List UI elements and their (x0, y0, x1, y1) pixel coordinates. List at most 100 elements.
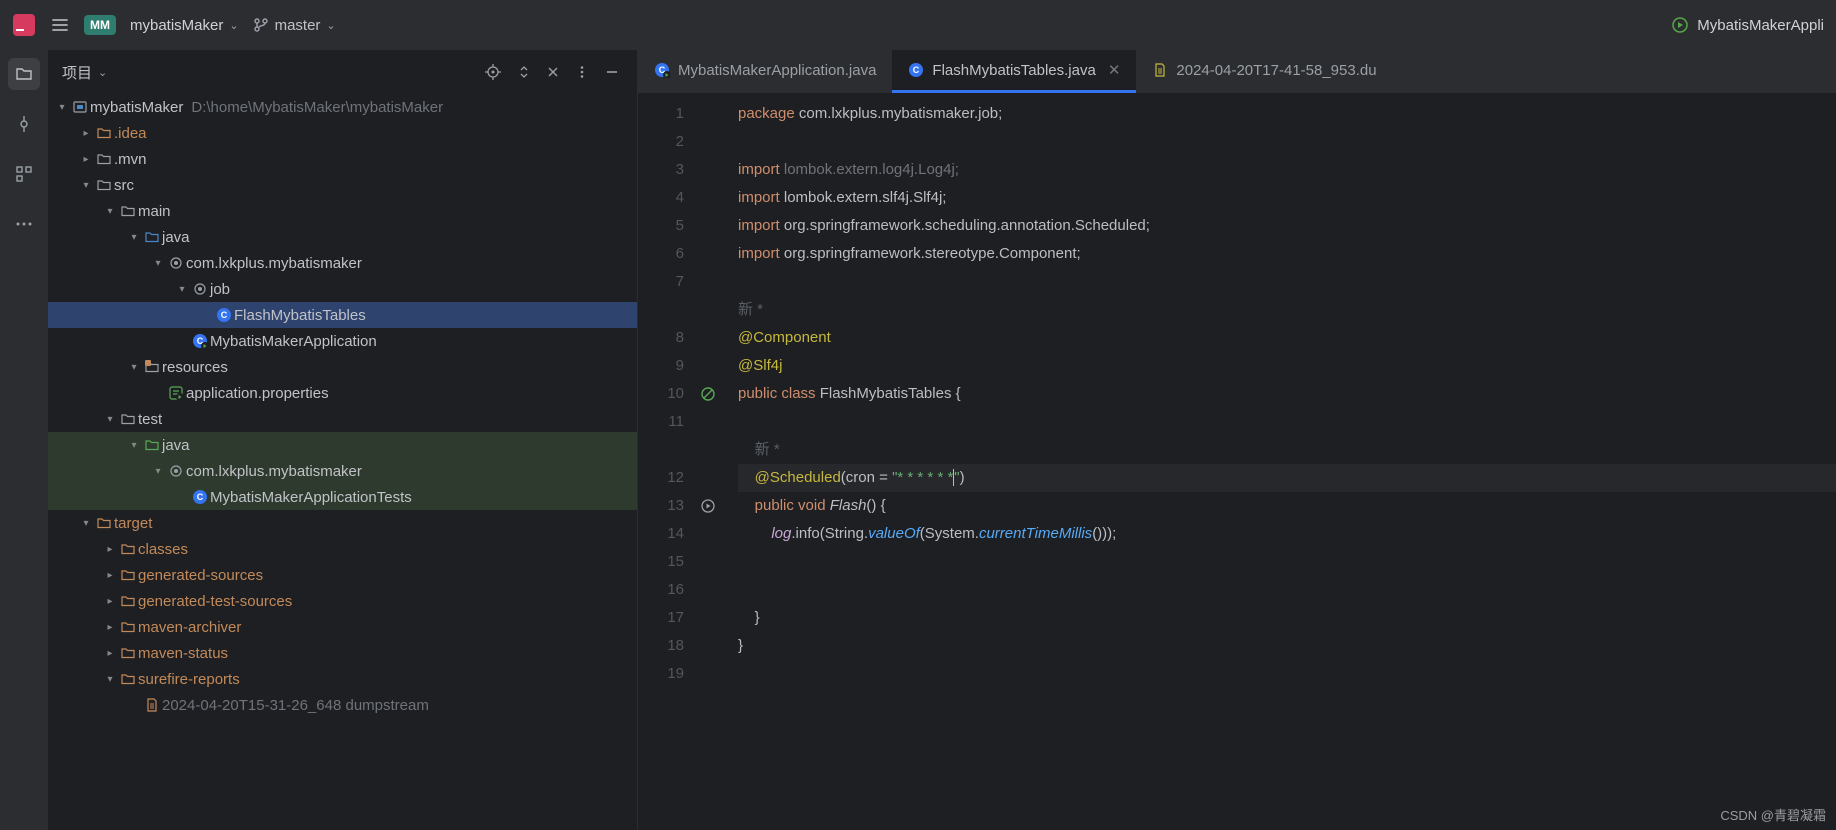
commit-tool-button[interactable] (8, 108, 40, 140)
tree-row[interactable]: ▾main (48, 198, 637, 224)
module-icon (70, 99, 90, 115)
tree-row[interactable]: CMybatisMakerApplication (48, 328, 637, 354)
class-run-icon: C (654, 62, 670, 78)
tree-item-label: resources (162, 359, 228, 376)
tree-row[interactable]: application.properties (48, 380, 637, 406)
tree-row[interactable]: ▾ test (48, 406, 637, 432)
more-tool-button[interactable] (8, 208, 40, 240)
tree-row[interactable]: ▸maven-status (48, 640, 637, 666)
class-run-icon: C (190, 333, 210, 349)
tree-row[interactable]: ▸generated-test-sources (48, 588, 637, 614)
project-selector[interactable]: mybatisMaker ⌄ (130, 17, 239, 34)
tree-item-label: maven-archiver (138, 619, 241, 636)
tree-row[interactable]: ▾java (48, 432, 637, 458)
chevron-down-icon: ⌄ (326, 19, 335, 32)
tree-row[interactable]: ▾ mybatisMaker D:\home\MybatisMaker\mybati… (48, 94, 637, 120)
svg-text:C: C (913, 65, 920, 75)
tree-row[interactable]: ▸ generated-sources (48, 562, 637, 588)
folder-icon (94, 151, 114, 167)
line-number-gutter: 12345678910111213141516171819 (638, 94, 694, 830)
code-editor[interactable]: 12345678910111213141516171819 package co… (638, 94, 1836, 830)
locate-file-button[interactable] (481, 62, 505, 82)
chevron-down-icon: ⌄ (98, 66, 107, 79)
tree-row[interactable]: ▾com.lxkplus.mybatismaker (48, 458, 637, 484)
arrow-icon: ▾ (126, 362, 142, 373)
project-name-label: mybatisMaker (130, 17, 223, 34)
folder-src-icon (142, 229, 162, 245)
tree-item-label: generated-sources (138, 567, 263, 584)
run-configuration[interactable]: MybatisMakerAppli (1671, 16, 1824, 34)
top-bar: MM mybatisMaker ⌄ master ⌄ MybatisMakerA… (0, 0, 1836, 50)
tree-row[interactable]: 2024-04-20T15-31-26_648 dumpstream (48, 692, 637, 718)
sidebar-options-button[interactable] (571, 63, 593, 81)
tree-item-path: D:\home\MybatisMaker\mybatisMaker (191, 99, 443, 116)
no-entry-icon (700, 386, 716, 402)
sidebar-view-selector[interactable]: 项目 ⌄ (62, 62, 473, 83)
branch-name-label: master (275, 17, 321, 34)
editor-tab[interactable]: C FlashMybatisTables.java ✕ (892, 50, 1136, 93)
tree-row[interactable]: ▾java (48, 224, 637, 250)
vcs-branch-selector[interactable]: master ⌄ (253, 17, 336, 34)
code-source[interactable]: package com.lxkplus.mybatismaker.job;imp… (732, 94, 1836, 830)
folder-test-icon (142, 437, 162, 453)
tree-item-label: com.lxkplus.mybatismaker (186, 255, 362, 272)
close-sidebar-button[interactable] (543, 64, 563, 80)
arrow-icon: ▾ (102, 414, 118, 425)
arrow-icon: ▸ (102, 622, 118, 633)
folder-icon (118, 203, 138, 219)
tab-label: FlashMybatisTables.java (932, 62, 1095, 79)
run-config-label: MybatisMakerAppli (1697, 17, 1824, 34)
close-tab-button[interactable]: ✕ (1108, 61, 1121, 79)
project-tree[interactable]: ▾ mybatisMaker D:\home\MybatisMaker\mybati… (48, 94, 637, 830)
editor-area: C MybatisMakerApplication.java C FlashMybat… (638, 50, 1836, 830)
folder-icon (118, 593, 138, 609)
tree-item-label: 2024-04-20T15-31-26_648 dumpstream (162, 697, 429, 714)
project-badge: MM (84, 15, 116, 35)
project-sidebar: 项目 ⌄ ▾ mybatisMaker D:\home\MybatisMaker\m… (48, 50, 638, 830)
tab-label: MybatisMakerApplication.java (678, 62, 876, 79)
tree-row[interactable]: CMybatisMakerApplicationTests (48, 484, 637, 510)
arrow-icon: ▸ (102, 570, 118, 581)
file-icon (142, 697, 162, 713)
tree-item-label: classes (138, 541, 188, 558)
editor-tab[interactable]: C MybatisMakerApplication.java (638, 50, 892, 93)
structure-tool-button[interactable] (8, 158, 40, 190)
tree-row[interactable]: ▾surefire-reports (48, 666, 637, 692)
tree-item-label: test (138, 411, 162, 428)
tree-row[interactable]: ▾ target (48, 510, 637, 536)
tree-item-label: java (162, 229, 190, 246)
tree-item-label: mybatisMaker (90, 99, 183, 116)
main-menu-button[interactable] (50, 15, 70, 35)
chevron-down-icon: ⌄ (229, 19, 238, 32)
expand-collapse-button[interactable] (513, 63, 535, 81)
tree-row[interactable]: ▾src (48, 172, 637, 198)
tree-item-label: src (114, 177, 134, 194)
package-icon (166, 463, 186, 479)
tree-row[interactable]: ▸classes (48, 536, 637, 562)
tree-row[interactable]: CFlashMybatisTables (48, 302, 637, 328)
ide-logo-icon (12, 13, 36, 37)
run-gutter-icon[interactable] (700, 498, 716, 514)
arrow-icon: ▾ (78, 518, 94, 529)
tree-item-label: .mvn (114, 151, 147, 168)
folder-icon (94, 125, 114, 141)
arrow-icon: ▾ (54, 102, 70, 113)
folder-icon (118, 671, 138, 687)
tree-row[interactable]: ▸ maven-archiver (48, 614, 637, 640)
arrow-icon: ▾ (150, 258, 166, 269)
tree-row[interactable]: ▸ .mvn (48, 146, 637, 172)
tree-item-label: MybatisMakerApplicationTests (210, 489, 412, 506)
editor-tab[interactable]: 2024-04-20T17-41-58_953.du (1136, 50, 1392, 93)
tree-row[interactable]: ▾job (48, 276, 637, 302)
tree-item-label: target (114, 515, 152, 532)
tree-row[interactable]: ▾ resources (48, 354, 637, 380)
tree-row[interactable]: ▾ com.lxkplus.mybatismaker (48, 250, 637, 276)
tree-row[interactable]: ▸.idea (48, 120, 637, 146)
folder-icon (118, 567, 138, 583)
project-tool-button[interactable] (8, 58, 40, 90)
arrow-icon: ▸ (78, 154, 94, 165)
tree-item-label: main (138, 203, 171, 220)
arrow-icon: ▸ (78, 128, 94, 139)
minimize-sidebar-button[interactable] (601, 63, 623, 81)
folder-icon (94, 515, 114, 531)
